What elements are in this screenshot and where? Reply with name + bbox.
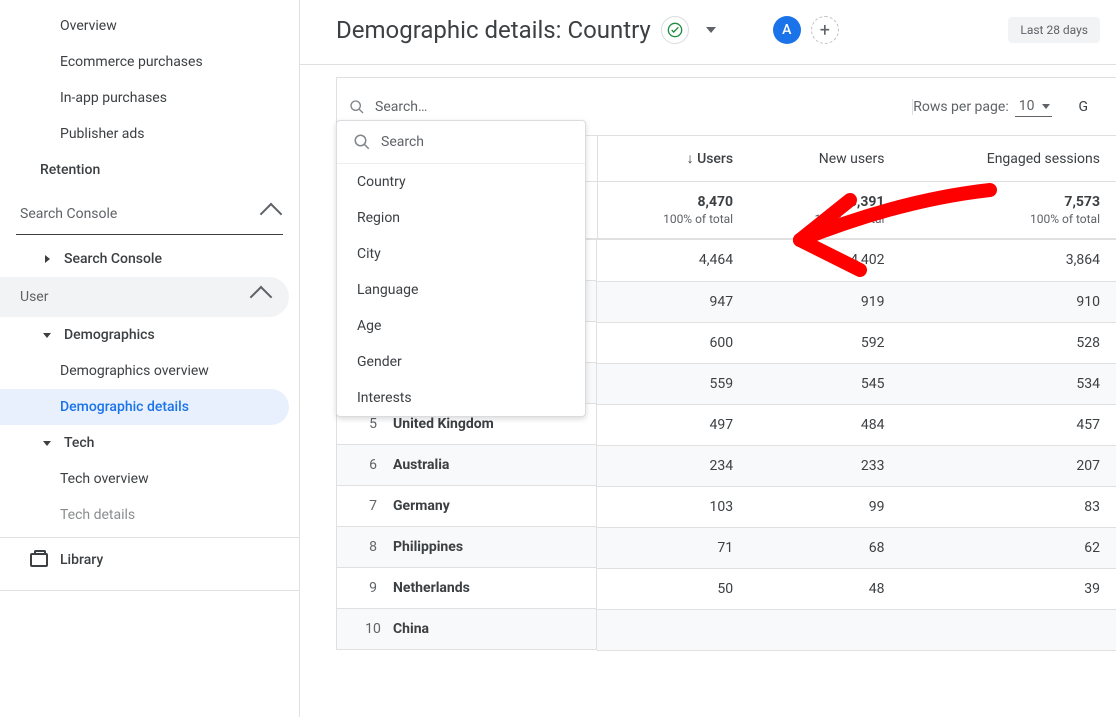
section-search-console[interactable]: Search Console — [16, 194, 283, 235]
comparison-avatar[interactable]: A — [773, 16, 801, 44]
library-label: Library — [60, 552, 103, 568]
col-users[interactable]: Users — [597, 136, 749, 182]
dropdown-item-region[interactable]: Region — [337, 200, 585, 236]
arrow-down-icon — [40, 328, 54, 342]
dropdown-item-gender[interactable]: Gender — [337, 344, 585, 380]
dropdown-item-interests[interactable]: Interests — [337, 380, 585, 416]
search-icon — [349, 99, 365, 115]
header-dropdown[interactable] — [699, 16, 723, 44]
total-new-users: 8,391100% of total — [749, 182, 900, 240]
rows-label: Rows per page: — [913, 99, 1008, 115]
table-row[interactable]: 10China — [337, 609, 1116, 650]
nav-ecommerce-purchases[interactable]: Ecommerce purchases — [0, 44, 289, 80]
total-engaged: 7,573100% of total — [900, 182, 1116, 240]
dropdown-search-placeholder: Search — [381, 134, 424, 150]
arrow-down-icon — [40, 436, 54, 450]
nav-label: Search Console — [64, 251, 162, 267]
col-engaged-sessions[interactable]: Engaged sessions — [900, 136, 1116, 182]
table-row[interactable]: 6Australia 234233207 — [337, 445, 1116, 486]
nav-publisher-ads[interactable]: Publisher ads — [0, 116, 289, 152]
dimension-search[interactable]: Search… — [337, 99, 913, 115]
sidebar: Overview Ecommerce purchases In-app purc… — [0, 0, 300, 717]
search-icon — [353, 133, 371, 151]
section-user[interactable]: User — [0, 277, 289, 317]
nav-label: Demographics — [64, 327, 155, 343]
table-row[interactable]: 8Philippines 716862 — [337, 527, 1116, 568]
section-label: User — [20, 289, 48, 305]
date-range-selector[interactable]: Last 28 days — [1008, 17, 1100, 43]
section-label: Search Console — [20, 206, 117, 222]
dropdown-item-country[interactable]: Country — [337, 164, 585, 200]
dropdown-item-age[interactable]: Age — [337, 308, 585, 344]
dropdown-search[interactable]: Search — [337, 121, 585, 164]
nav-overview[interactable]: Overview — [0, 8, 289, 44]
add-comparison-button[interactable]: + — [811, 16, 839, 44]
report-header: Demographic details: Country A + Last 28… — [300, 0, 1116, 65]
nav-demographics-overview[interactable]: Demographics overview — [0, 353, 289, 389]
rows-select[interactable]: 10 — [1015, 96, 1053, 117]
verified-badge[interactable] — [661, 16, 689, 44]
dimension-dropdown: Search CountryRegionCityLanguageAgeGende… — [336, 120, 586, 417]
nav-demographics[interactable]: Demographics — [0, 317, 289, 353]
table-row[interactable]: 9Netherlands 504839 — [337, 568, 1116, 609]
nav-tech-overview[interactable]: Tech overview — [0, 461, 289, 497]
nav-library[interactable]: Library — [0, 537, 299, 582]
dropdown-item-city[interactable]: City — [337, 236, 585, 272]
col-new-users[interactable]: New users — [749, 136, 900, 182]
divider — [0, 590, 299, 591]
search-placeholder: Search… — [375, 99, 427, 115]
dropdown-item-language[interactable]: Language — [337, 272, 585, 308]
table-row[interactable]: 7Germany 1039983 — [337, 486, 1116, 527]
total-users: 8,470100% of total — [597, 182, 749, 240]
chevron-down-icon — [706, 27, 716, 33]
nav-in-app-purchases[interactable]: In-app purchases — [0, 80, 289, 116]
nav-demographic-details[interactable]: Demographic details — [0, 389, 289, 425]
library-icon — [30, 553, 48, 567]
nav-tech-details[interactable]: Tech details — [0, 497, 289, 533]
nav-tech[interactable]: Tech — [0, 425, 289, 461]
rows-per-page: Rows per page: 10 G — [913, 96, 1104, 117]
main-content: Demographic details: Country A + Last 28… — [300, 0, 1116, 717]
chevron-up-icon — [250, 286, 273, 309]
go-to-label: G — [1078, 99, 1088, 115]
arrow-right-icon — [40, 252, 54, 266]
chevron-up-icon — [260, 203, 283, 226]
nav-search-console[interactable]: Search Console — [0, 241, 289, 277]
check-circle-icon — [667, 22, 683, 38]
page-title: Demographic details: Country — [336, 16, 651, 44]
nav-retention[interactable]: Retention — [0, 152, 289, 188]
nav-label: Tech — [64, 435, 94, 451]
